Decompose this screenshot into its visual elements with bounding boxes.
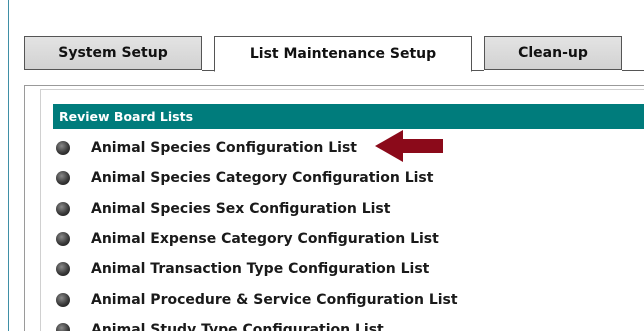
tab-divider xyxy=(202,70,214,71)
bullet-icon xyxy=(56,292,70,307)
bullet-icon xyxy=(56,322,70,331)
bullet-icon xyxy=(56,171,70,186)
list-item-label[interactable]: Animal Transaction Type Configuration Li… xyxy=(91,261,429,277)
tab-divider xyxy=(472,70,484,71)
list-item-animal-species-category[interactable]: Animal Species Category Configuration Li… xyxy=(53,163,458,193)
list-item-label[interactable]: Animal Study Type Configuration List xyxy=(91,322,384,331)
tab-label: System Setup xyxy=(58,45,168,61)
list-item-animal-species-sex[interactable]: Animal Species Sex Configuration List xyxy=(53,194,458,224)
tab-system-setup[interactable]: System Setup xyxy=(24,36,202,70)
list-item-animal-expense-category[interactable]: Animal Expense Category Configuration Li… xyxy=(53,224,458,254)
bullet-icon xyxy=(56,262,70,277)
tab-list-maintenance-setup[interactable]: List Maintenance Setup xyxy=(214,36,472,72)
viewport: System Setup List Maintenance Setup Clea… xyxy=(0,0,644,331)
list-item-label[interactable]: Animal Species Sex Configuration List xyxy=(91,201,390,217)
arrow-shape xyxy=(375,130,443,162)
section-header: Review Board Lists xyxy=(53,104,644,129)
left-arrow-icon xyxy=(375,130,443,162)
section-title: Review Board Lists xyxy=(59,109,194,124)
bullet-icon xyxy=(56,232,70,247)
tab-label: List Maintenance Setup xyxy=(249,46,437,62)
left-border xyxy=(8,0,9,331)
bullet-icon xyxy=(56,141,70,156)
bullet-icon xyxy=(56,201,70,216)
list-item-animal-procedure-service[interactable]: Animal Procedure & Service Configuration… xyxy=(53,284,458,314)
list-item-animal-transaction-type[interactable]: Animal Transaction Type Configuration Li… xyxy=(53,254,458,284)
tab-label: Clean-up xyxy=(518,45,588,61)
tab-clean-up[interactable]: Clean-up xyxy=(484,36,622,70)
list-item-label[interactable]: Animal Species Configuration List xyxy=(91,140,357,156)
list-item-label[interactable]: Animal Expense Category Configuration Li… xyxy=(91,231,439,247)
list-item-label[interactable]: Animal Species Category Configuration Li… xyxy=(91,170,433,186)
list-item-label[interactable]: Animal Procedure & Service Configuration… xyxy=(91,292,458,308)
list-item-animal-study-type[interactable]: Animal Study Type Configuration List xyxy=(53,315,458,331)
tab-divider xyxy=(622,70,644,71)
